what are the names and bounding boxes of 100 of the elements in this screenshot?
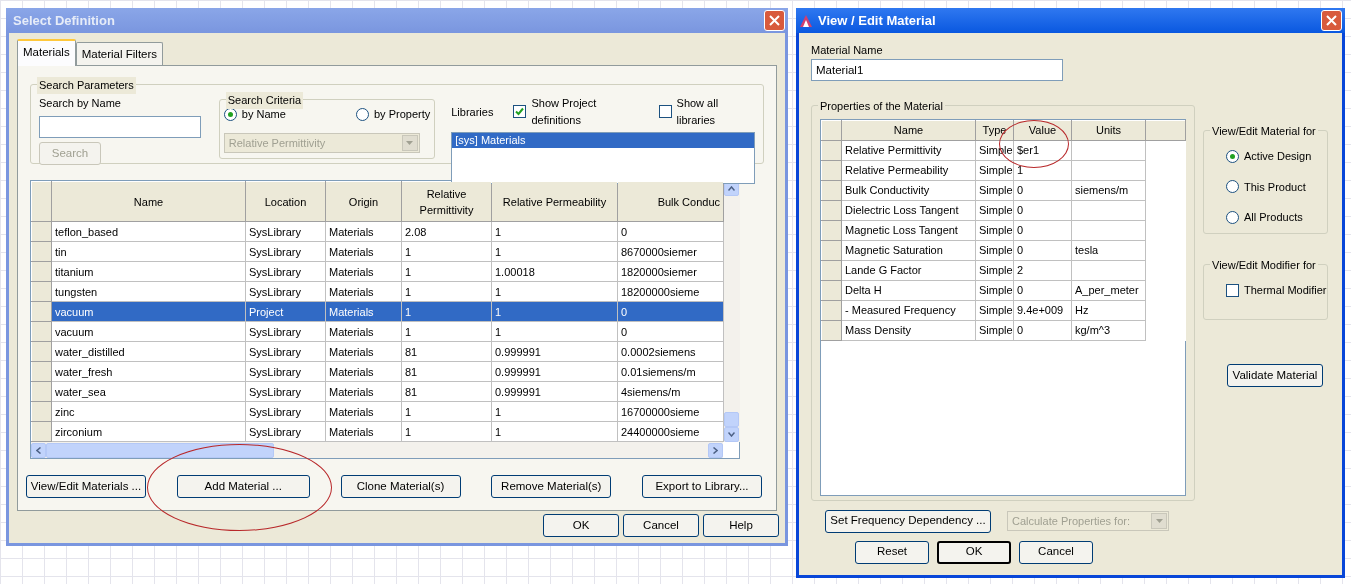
table-cell: 1 — [491, 281, 618, 302]
horizontal-scrollbar[interactable] — [31, 442, 723, 459]
row-header[interactable] — [821, 160, 842, 180]
table-cell: - Measured Frequency — [841, 300, 976, 320]
action-button[interactable]: Export to Library... — [642, 475, 762, 499]
column-header[interactable]: Units — [1071, 120, 1146, 140]
table-cell: 0.999991 — [491, 341, 618, 362]
radio-button[interactable] — [356, 108, 369, 121]
table-cell: $er1 — [1013, 140, 1072, 160]
radio-label: This Product — [1244, 179, 1306, 195]
table-cell: 1 — [401, 261, 492, 282]
table-cell: 8670000siemer — [617, 241, 724, 262]
column-header[interactable]: Name — [51, 181, 246, 222]
row-header[interactable] — [31, 401, 52, 422]
row-header[interactable] — [821, 200, 842, 220]
checkbox[interactable] — [658, 105, 672, 119]
checkbox-label: Show Project definitions — [531, 96, 598, 128]
dialog-button[interactable]: Help — [703, 514, 779, 538]
list-item[interactable]: [sys] Materials — [452, 133, 754, 149]
app-logo-icon — [799, 13, 813, 28]
dialog-button[interactable]: Cancel — [623, 514, 699, 538]
row-header[interactable] — [821, 300, 842, 320]
checkbox[interactable] — [513, 105, 527, 119]
table-cell: SysLibrary — [245, 341, 326, 362]
row-header[interactable] — [31, 341, 52, 362]
row-header[interactable] — [821, 260, 842, 280]
radio-button[interactable] — [1226, 210, 1239, 224]
dialog-button[interactable]: Cancel — [1019, 540, 1093, 564]
scroll-thumb[interactable] — [46, 442, 274, 458]
table-cell: 1 — [401, 421, 492, 442]
table-cell: 1 — [491, 321, 618, 342]
vertical-scrollbar[interactable] — [724, 181, 740, 443]
table-cell: SysLibrary — [245, 381, 326, 402]
table-cell: Dielectric Loss Tangent — [841, 200, 976, 220]
validate-button[interactable]: Validate Material — [1227, 364, 1323, 387]
row-header[interactable] — [821, 220, 842, 240]
column-header[interactable]: Bulk Conduc — [617, 181, 724, 222]
table-cell: 0.999991 — [491, 381, 618, 402]
dialog-title: View / Edit Material — [818, 11, 937, 30]
table-cell: 1 — [1013, 160, 1072, 180]
search-field[interactable] — [39, 115, 201, 138]
radio-label: All Products — [1244, 210, 1303, 225]
table-cell: SysLibrary — [245, 261, 326, 282]
row-header[interactable] — [821, 320, 842, 340]
action-button[interactable]: View/Edit Materials ... — [26, 475, 146, 499]
action-button[interactable]: Remove Material(s) — [491, 475, 612, 499]
column-header[interactable]: Origin — [325, 181, 402, 222]
row-header[interactable] — [31, 301, 52, 322]
dropdown-value: Relative Permittivity — [228, 135, 326, 151]
tab[interactable]: Materials — [17, 39, 76, 67]
row-header[interactable] — [31, 221, 52, 242]
checkbox[interactable] — [1226, 283, 1239, 297]
table-cell: 1 — [401, 281, 492, 302]
column-header[interactable]: Name — [841, 120, 976, 140]
action-button[interactable]: Add Material ... — [176, 475, 310, 499]
table-cell: 1 — [491, 401, 618, 422]
row-header[interactable] — [821, 240, 842, 260]
scroll-thumb[interactable] — [724, 412, 739, 428]
row-header[interactable] — [31, 381, 52, 402]
radio-button[interactable] — [1226, 149, 1239, 163]
row-header[interactable] — [821, 280, 842, 300]
column-header[interactable]: Type — [975, 120, 1014, 140]
dropdown-value: Calculate Properties for: — [1012, 513, 1130, 529]
row-header[interactable] — [821, 140, 842, 160]
radio-button[interactable] — [1226, 180, 1239, 194]
action-button[interactable]: Clone Material(s) — [340, 475, 461, 499]
column-header[interactable]: Value — [1013, 120, 1072, 140]
row-header[interactable] — [31, 261, 52, 282]
table-cell: Materials — [325, 361, 402, 382]
table-cell: Materials — [325, 241, 402, 262]
row-header[interactable] — [31, 321, 52, 342]
tab[interactable]: Material Filters — [75, 42, 164, 66]
dialog-button[interactable]: Reset — [855, 540, 929, 564]
table-cell: 1 — [491, 421, 618, 442]
column-header[interactable]: Location — [245, 181, 326, 222]
table-cell: Simple — [975, 320, 1014, 340]
row-header[interactable] — [31, 241, 52, 262]
close-button[interactable] — [1321, 10, 1342, 31]
table-cell: 1 — [491, 241, 618, 262]
dialog-button[interactable]: OK — [937, 540, 1011, 564]
close-button[interactable] — [764, 10, 785, 31]
table-cell: zirconium — [51, 421, 246, 442]
column-header[interactable]: Relative Permittivity — [401, 181, 492, 222]
table-cell: 18200000sieme — [617, 281, 724, 302]
table-cell: zinc — [51, 401, 246, 422]
row-header[interactable] — [31, 421, 52, 442]
column-header[interactable]: Relative Permeability — [491, 181, 618, 222]
table-cell: 0 — [617, 321, 724, 342]
dialog-button[interactable]: OK — [543, 514, 619, 538]
table-cell: teflon_based — [51, 221, 246, 242]
name-field[interactable]: Material1 — [811, 58, 1063, 81]
caret-icon — [1155, 519, 1163, 523]
table-cell: SysLibrary — [245, 361, 326, 382]
frequency-button[interactable]: Set Frequency Dependency ... — [825, 509, 991, 533]
table-cell: tin — [51, 241, 246, 262]
row-header[interactable] — [821, 180, 842, 200]
table-cell: Materials — [325, 261, 402, 282]
table-cell: 0.01siemens/m — [617, 361, 724, 382]
row-header[interactable] — [31, 281, 52, 302]
row-header[interactable] — [31, 361, 52, 382]
